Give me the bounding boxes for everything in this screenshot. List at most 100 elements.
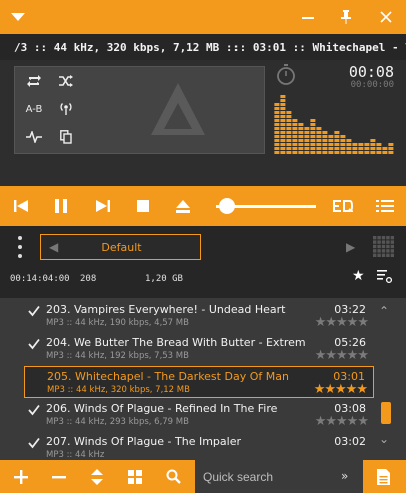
close-icon[interactable] (368, 0, 404, 34)
spectrum-bar (292, 119, 298, 122)
spectrum-bar (280, 95, 286, 98)
playlist-file-icon[interactable] (368, 460, 398, 493)
pin-icon[interactable] (328, 0, 364, 34)
spectrum-bar (328, 151, 334, 154)
spectrum-bar (274, 151, 280, 154)
spectrum-bar (358, 147, 364, 150)
playlist-size: 1,20 GB (145, 274, 183, 284)
spectrum-bar (310, 135, 316, 138)
spectrum-bar (292, 143, 298, 146)
copy-icon[interactable] (51, 125, 81, 149)
track-row[interactable]: 204. We Butter The Bread With Butter - E… (24, 333, 374, 365)
track-row-playing[interactable]: 205. Whitechapel - The Darkest Day Of Ma… (24, 366, 374, 398)
equalizer-icon[interactable] (326, 186, 360, 226)
spectrum-bar (280, 123, 286, 126)
spectrum-bar (274, 103, 280, 106)
chevron-down-icon[interactable]: ⌄ (379, 432, 389, 446)
playlist-menu-icon[interactable] (12, 236, 28, 258)
spectrum-bar (274, 147, 280, 150)
remove-icon[interactable] (44, 460, 74, 493)
spectrum-bar (334, 143, 340, 146)
track-duration: 03:02 (334, 435, 366, 448)
spectrum-bar (322, 131, 328, 134)
track-rating[interactable]: ★★★★★ (315, 414, 369, 429)
elapsed-time[interactable]: 00:08 (330, 63, 394, 81)
spectrum-bar (304, 151, 310, 154)
spectrum-bar (316, 131, 322, 134)
spectrum-bar (280, 127, 286, 130)
spectrum-bar (274, 107, 280, 110)
track-rating[interactable]: ★★★★★ (314, 382, 368, 397)
spectrum-bar (316, 151, 322, 154)
view-grid-icon[interactable] (120, 460, 150, 493)
spectrum-bar (334, 139, 340, 142)
spectrum-bar (382, 147, 388, 150)
checkbox-checked-icon[interactable] (28, 437, 40, 449)
triangle-down-icon[interactable] (0, 0, 36, 34)
shuffle-icon[interactable] (51, 69, 81, 93)
track-row[interactable]: 207. Winds Of Plague - The Impaler 03:02… (24, 432, 374, 460)
chevron-up-icon[interactable]: ⌃ (379, 304, 389, 318)
quick-search-input[interactable] (195, 460, 335, 493)
broadcast-icon[interactable] (51, 97, 81, 121)
sort-arrows-icon[interactable] (82, 460, 112, 493)
previous-track-icon[interactable] (6, 186, 36, 226)
playlist-icon[interactable] (370, 186, 400, 226)
checkbox-checked-icon[interactable] (28, 338, 40, 350)
search-go-button[interactable]: » (341, 469, 348, 483)
spectrum-bar (340, 139, 346, 142)
bottom-toolbar: » (0, 460, 406, 493)
checkbox-checked-icon[interactable] (28, 404, 40, 416)
spectrum-bar (274, 123, 280, 126)
spectrum-bar (286, 135, 292, 138)
eject-icon[interactable] (168, 186, 198, 226)
spectrum-bar (316, 143, 322, 146)
spectrum-bar (322, 135, 328, 138)
spectrum-bar (298, 123, 304, 126)
spectrum-bar (304, 139, 310, 142)
stopwatch-icon[interactable] (276, 64, 296, 86)
spectrum-bar (286, 147, 292, 150)
info-text-right: :: 03:01 :: Whitechapel - The D (233, 41, 406, 54)
spectrum-bar (316, 135, 322, 138)
spectrum-bar (322, 139, 328, 142)
grid-view-icon[interactable] (373, 236, 395, 258)
ab-repeat-button[interactable]: A-B (19, 97, 49, 121)
track-rating[interactable]: ★★★★★ (315, 315, 369, 330)
track-row[interactable]: 206. Winds Of Plague - Refined In The Fi… (24, 399, 374, 431)
waveform-icon[interactable] (19, 125, 49, 149)
sort-options-icon[interactable] (377, 270, 393, 284)
spectrum-bar (280, 103, 286, 106)
pause-icon[interactable] (46, 186, 76, 226)
volume-handle[interactable] (219, 198, 235, 214)
spectrum-bar (286, 111, 292, 114)
repeat-icon[interactable] (19, 69, 49, 93)
spectrum-bar (310, 119, 316, 122)
spectrum-bar (274, 111, 280, 114)
scrollbar-thumb[interactable] (381, 402, 391, 424)
spectrum-bar (280, 147, 286, 150)
next-track-icon[interactable] (88, 186, 118, 226)
spectrum-bar (346, 151, 352, 154)
spectrum-bar (286, 151, 292, 154)
spectrum-bar (388, 143, 394, 146)
search-icon[interactable] (158, 460, 188, 493)
add-icon[interactable] (6, 460, 36, 493)
playlist-name: Default (101, 241, 142, 254)
chevron-right-icon[interactable]: ▶ (346, 240, 355, 254)
spectrum-bar (298, 143, 304, 146)
checkbox-checked-icon[interactable] (28, 305, 40, 317)
stop-icon[interactable] (128, 186, 158, 226)
spectrum-bar (340, 143, 346, 146)
spectrum-bar (370, 147, 376, 150)
spectrum-bar (280, 115, 286, 118)
spectrum-bar (370, 139, 376, 142)
spectrum-bar (304, 127, 310, 130)
playlist-selector[interactable]: ◀ Default (40, 234, 201, 260)
spectrum-bar (322, 143, 328, 146)
track-rating[interactable]: ★★★★★ (315, 348, 369, 363)
star-icon[interactable]: ★ (352, 268, 365, 284)
spectrum-bar (310, 147, 316, 150)
track-row[interactable]: 203. Vampires Everywhere! - Undead Heart… (24, 300, 374, 332)
minimize-icon[interactable] (290, 0, 326, 34)
